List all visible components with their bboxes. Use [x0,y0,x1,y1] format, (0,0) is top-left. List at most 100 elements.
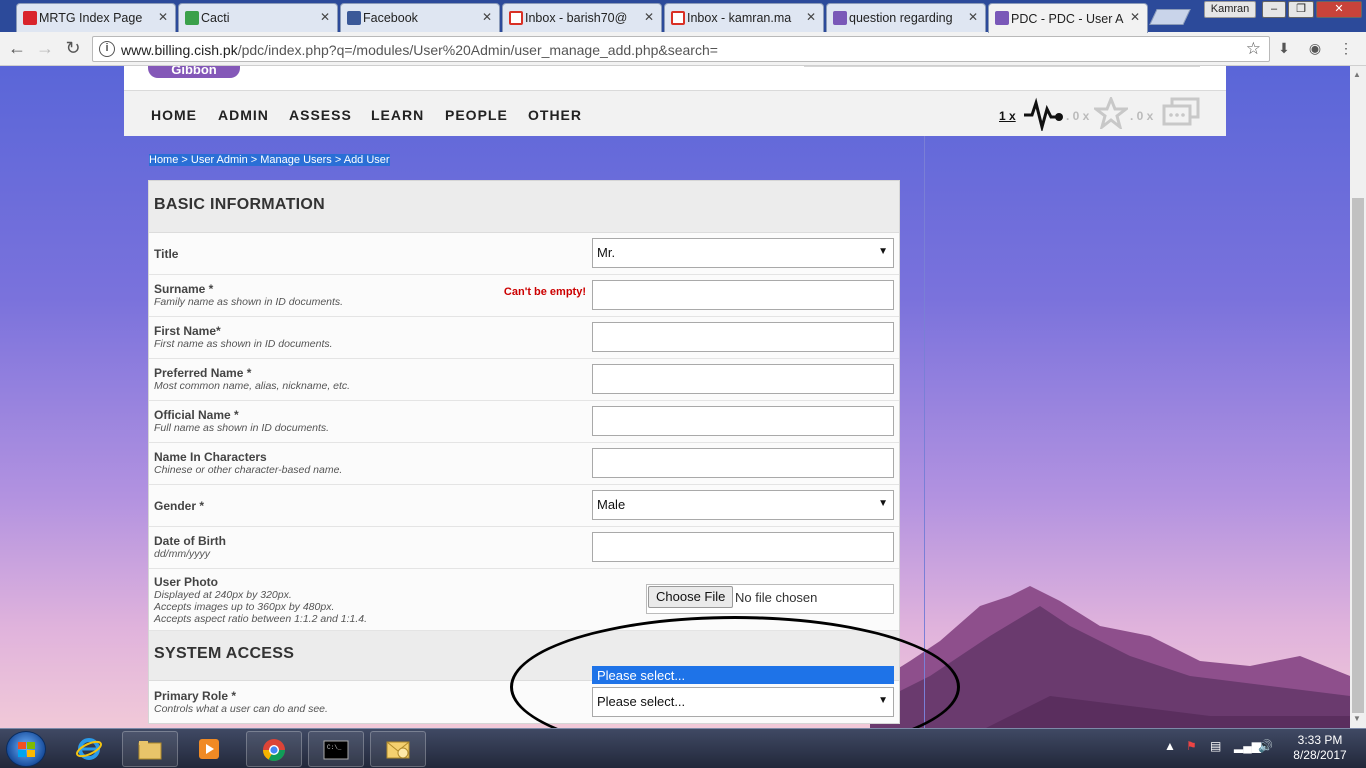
tray-expand-icon[interactable]: ▲ [1164,739,1176,753]
windows-logo-icon [18,742,35,757]
taskbar-ie[interactable] [62,731,118,767]
new-tab-button[interactable] [1149,9,1191,25]
info-icon[interactable]: i [99,41,115,57]
device-icon[interactable]: ▤ [1210,739,1221,753]
url-host: www.billing.cish.pk [121,42,238,58]
tab-pdc-active[interactable]: PDC - PDC - User A ✕ [988,3,1148,33]
nav-learn[interactable]: LEARN [371,107,424,123]
file-status: No file chosen [735,590,818,605]
nav-people[interactable]: PEOPLE [445,107,508,123]
command-prompt-icon: C:\_ [323,740,349,760]
nav-home[interactable]: HOME [151,107,197,123]
nav-assess[interactable]: ASSESS [289,107,352,123]
title-label: Title [154,247,179,261]
tab-inbox-barish[interactable]: Inbox - barish70@ ✕ [502,3,662,32]
window-close-icon[interactable]: ✕ [1316,1,1362,18]
dob-input[interactable] [592,532,894,562]
huawei-icon [23,11,37,25]
site-header-top: Gibbon [124,66,1226,91]
nav-other[interactable]: OTHER [528,107,582,123]
title-select[interactable]: Mr. ▼ [592,238,894,268]
close-icon[interactable]: ✕ [1130,10,1140,24]
clock-date: 8/28/2017 [1293,748,1347,762]
forward-icon[interactable]: → [34,38,56,59]
preferred-name-input[interactable] [592,364,894,394]
close-icon[interactable]: ✕ [806,10,816,24]
photo-hint-1: Displayed at 240px by 320px. [154,589,292,601]
taskbar-chrome[interactable] [246,731,302,767]
bookmark-star-icon[interactable]: ☆ [1246,39,1261,59]
chrome-icon [263,739,285,761]
dob-label: Date of Birth [154,534,226,548]
system-clock[interactable]: 3:33 PM 8/28/2017 [1282,733,1358,763]
tab-strip: MRTG Index Page ✕ Cacti ✕ Facebook ✕ Inb… [0,0,1366,33]
tab-title: MRTG Index Page [39,11,143,25]
back-icon[interactable]: ← [6,38,28,59]
taskbar-cmd[interactable]: C:\_ [308,731,364,767]
likes-count[interactable]: . 0 x [1066,109,1089,123]
scroll-thumb[interactable] [1352,198,1364,713]
taskbar-explorer[interactable] [122,731,178,767]
photo-file-input[interactable]: Choose File No file chosen [646,584,894,614]
taskbar-outlook[interactable] [370,731,426,767]
gender-label: Gender * [154,499,205,513]
start-button[interactable] [6,731,46,767]
maximize-icon[interactable]: ❐ [1288,1,1314,18]
official-name-label: Official Name * [154,408,239,422]
reload-icon[interactable]: ↻ [62,38,84,59]
url-text[interactable]: www.billing.cish.pk/pdc/index.php?q=/mod… [121,42,718,58]
download-extension-icon[interactable]: ⬇ [1276,40,1292,56]
tab-facebook[interactable]: Facebook ✕ [340,3,500,32]
site-logo[interactable]: Gibbon [148,66,240,78]
close-icon[interactable]: ✕ [644,10,654,24]
profile-button[interactable]: Kamran [1204,1,1256,18]
nav-admin[interactable]: ADMIN [218,107,269,123]
close-icon[interactable]: ✕ [482,10,492,24]
heartbeat-icon[interactable] [1022,95,1064,131]
scroll-down-icon[interactable]: ▼ [1353,714,1361,723]
scroll-up-icon[interactable]: ▲ [1353,70,1361,79]
row-name-in-characters: Name In Characters Chinese or other char… [149,443,899,485]
alarm-count[interactable]: 1 x [999,109,1016,123]
outlook-icon [386,741,410,759]
row-surname: Surname * Family name as shown in ID doc… [149,275,899,317]
action-center-icon[interactable]: ⚑ [1186,739,1197,753]
gender-select[interactable]: Male ▼ [592,490,894,520]
row-title: Title Mr. ▼ [149,233,899,275]
row-date-of-birth: Date of Birth dd/mm/yyyy [149,527,899,569]
choose-file-button[interactable]: Choose File [648,586,734,608]
minimize-icon[interactable]: – [1262,1,1286,18]
tab-mrtg[interactable]: MRTG Index Page ✕ [16,3,176,32]
tab-title: Inbox - barish70@ [525,11,628,25]
tab-cacti[interactable]: Cacti ✕ [178,3,338,32]
gmail-icon [509,11,523,25]
page-viewport: Gibbon HOME ADMIN ASSESS LEARN PEOPLE OT… [0,66,1350,728]
surname-input[interactable] [592,280,894,310]
photo-hint-2: Accepts images up to 360px by 480px. [154,601,335,613]
first-name-input[interactable] [592,322,894,352]
tab-question[interactable]: question regarding ✕ [826,3,986,32]
official-name-input[interactable] [592,406,894,436]
volume-icon[interactable]: 🔊 [1258,739,1273,753]
menu-icon[interactable]: ⋮ [1338,40,1354,56]
page-scrollbar[interactable]: ▲ ▼ [1350,66,1366,728]
name-chars-input[interactable] [592,448,894,478]
tab-inbox-kamran[interactable]: Inbox - kamran.ma ✕ [664,3,824,32]
dob-hint: dd/mm/yyyy [154,548,211,560]
network-icon[interactable]: ▂▄▆ [1234,739,1261,753]
breadcrumb-text[interactable]: Home > User Admin > Manage Users > Add U… [149,154,390,166]
messages-icon[interactable] [1162,97,1200,129]
taskbar-media-player[interactable] [182,731,238,767]
close-icon[interactable]: ✕ [320,10,330,24]
breadcrumb[interactable]: Home > User Admin > Manage Users > Add U… [149,154,390,166]
close-icon[interactable]: ✕ [158,10,168,24]
camera-extension-icon[interactable]: ◉ [1307,40,1323,56]
address-bar[interactable]: i www.billing.cish.pk/pdc/index.php?q=/m… [92,36,1270,62]
page-divider [924,136,925,728]
surname-hint: Family name as shown in ID documents. [154,296,344,308]
star-icon[interactable] [1094,97,1128,129]
messages-count[interactable]: . 0 x [1130,109,1153,123]
tab-title: question regarding [849,11,953,25]
close-icon[interactable]: ✕ [968,10,978,24]
tab-title: Cacti [201,11,230,25]
